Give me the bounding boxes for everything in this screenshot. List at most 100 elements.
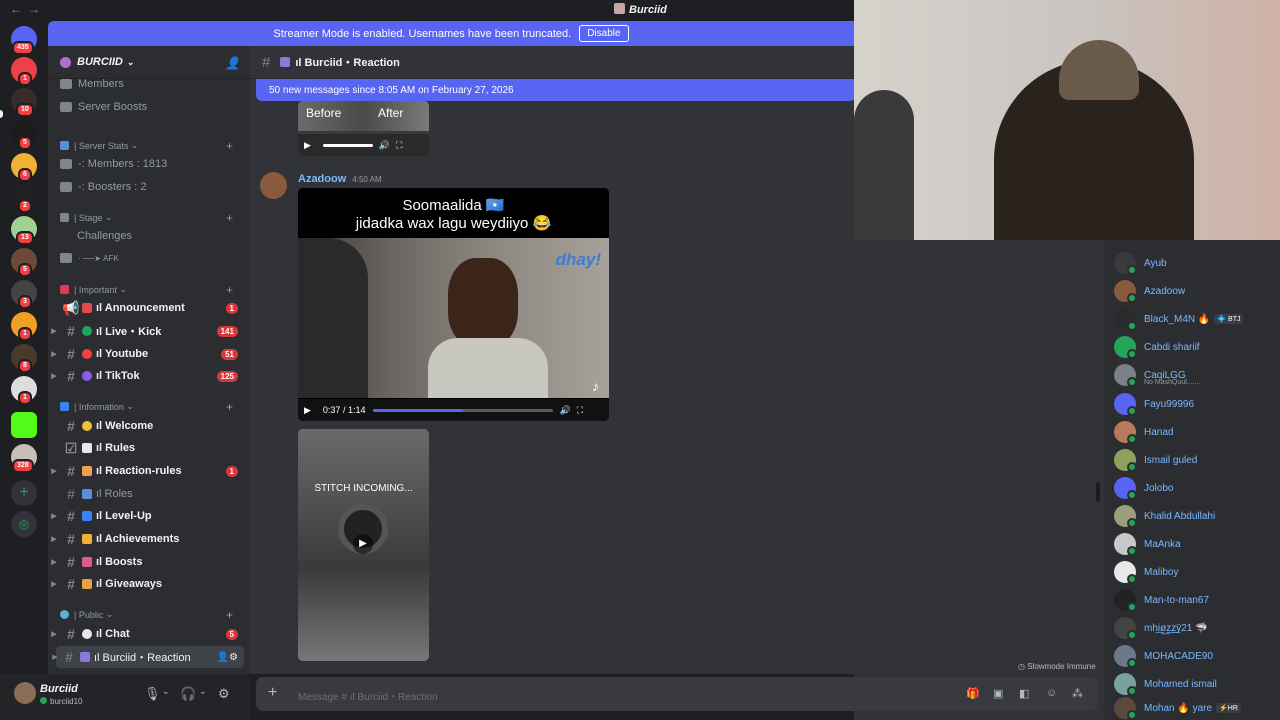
member-item[interactable]: MaAnka (1114, 533, 1181, 556)
mention-badge: 2 (18, 199, 32, 213)
server-header[interactable]: BURCIID ⌄ 👤 (48, 46, 250, 79)
member-item[interactable]: Cabdi shariif (1114, 336, 1200, 359)
add-channel-icon[interactable]: + (226, 283, 233, 297)
video-embed-2[interactable]: Soomaalida 🇸🇴 jidadka wax lagu weydiiyo … (298, 188, 609, 421)
clock-icon: ◷ (1018, 662, 1028, 671)
video-embed-1[interactable]: Before After ▶ 🔊 ⛶ (298, 101, 429, 156)
member-item[interactable]: Jolobo (1114, 477, 1173, 500)
stat-boosters[interactable]: -: Boosters : 2 (60, 181, 146, 193)
channel-level-up[interactable]: ▶ # ıl Level-Up (48, 505, 250, 527)
settings-icon[interactable]: 👤⚙ (217, 652, 238, 663)
apps-icon[interactable]: ⁂ (1072, 687, 1083, 700)
channel-tiktok[interactable]: ▶ # ıl TikTok 125 (48, 365, 250, 387)
category-important[interactable]: | Important ⌄ + (60, 283, 245, 297)
category-information[interactable]: | Information ⌄ + (60, 400, 245, 414)
chevron-down-icon[interactable]: ⌄ (199, 686, 207, 697)
sticker-icon[interactable]: ◧ (1019, 687, 1029, 700)
channel-challenges[interactable]: Challenges (60, 230, 132, 242)
gift-icon[interactable]: 🎁 (966, 687, 980, 700)
member-item[interactable]: Azadoow (1114, 280, 1186, 303)
back-icon[interactable]: ← (10, 2, 28, 16)
seek-bar[interactable] (373, 408, 554, 412)
channel-roles[interactable]: # ıl Roles (48, 483, 250, 505)
volume-icon[interactable]: 🔊 (559, 405, 570, 416)
member-item[interactable]: Hanad (1114, 421, 1173, 444)
scrollbar[interactable] (1096, 482, 1100, 502)
channel-youtube[interactable]: ▶ # ıl Youtube 51 (48, 343, 250, 365)
channel-rules[interactable]: ☑ ıl Rules (48, 437, 250, 459)
channel-afk[interactable]: · ──➤ AFK (60, 253, 119, 263)
category-server-stats[interactable]: | Server Stats ⌄ + (60, 139, 245, 153)
message-input[interactable]: + Message # ıl Burciid・Reaction 🎁 ▣ ◧ ☺ … (256, 677, 1098, 711)
category-stage[interactable]: | Stage ⌄ + (60, 211, 245, 225)
member-item[interactable]: MOHACADE90 (1114, 645, 1213, 668)
message-placeholder[interactable]: Message # ıl Burciid・Reaction (298, 688, 438, 703)
hash-icon: # (67, 418, 75, 434)
member-name: Azadoow (1144, 285, 1186, 297)
add-channel-icon[interactable]: + (226, 211, 233, 225)
message-author[interactable]: Azadoow 4:50 AM (298, 173, 382, 185)
add-server-icon[interactable]: + (11, 480, 37, 506)
add-channel-icon[interactable]: + (226, 139, 233, 153)
unread-badge: 1 (225, 465, 238, 477)
play-icon[interactable]: ▶ (353, 534, 373, 554)
member-item[interactable]: Mohamed ismail (1114, 673, 1217, 696)
user-status: burciid10 (40, 697, 82, 706)
headphones-icon[interactable]: 🎧 (180, 686, 196, 702)
volume-icon[interactable]: 🔊 (379, 140, 390, 151)
play-icon[interactable]: ▶ (304, 140, 311, 151)
category-public[interactable]: | Public ⌄ + (60, 608, 245, 622)
hash-icon: # (262, 53, 271, 71)
play-icon[interactable]: ▶ (304, 405, 311, 416)
explore-icon[interactable]: ◎ (11, 511, 37, 537)
new-messages-bar[interactable]: 50 new messages since 8:05 AM on Februar… (256, 79, 856, 101)
member-item[interactable]: mhi͟ø͟z͟z͟ÿ21 🦈 (1114, 617, 1208, 640)
channel-boosts[interactable]: ▶ # ıl Boosts (48, 551, 250, 573)
nav-arrows[interactable]: ←→ (10, 2, 46, 16)
emoji-icon[interactable]: ☺ (1046, 687, 1057, 699)
member-item[interactable]: Fayu99996 (1114, 393, 1194, 416)
member-item[interactable]: Ayub (1114, 252, 1167, 275)
add-channel-icon[interactable]: + (226, 608, 233, 622)
member-item[interactable]: Mohan 🔥 yare ⚡HR (1114, 697, 1241, 720)
channel-burciid-reaction[interactable]: ▶ # ıl Burciid・Reaction 👤⚙ (52, 646, 244, 668)
channel-achievements[interactable]: ▶ # ıl Achievements (48, 528, 250, 550)
chevron-down-icon[interactable]: ⌄ (127, 57, 135, 68)
disable-button[interactable]: Disable (579, 25, 629, 42)
member-item[interactable]: Maliboy (1114, 561, 1178, 584)
member-item[interactable]: Ismail guled (1114, 449, 1197, 472)
dhay-logo: dhay! (555, 250, 601, 269)
member-item[interactable]: Black_M4N 🔥 💠 BTJ (1114, 308, 1244, 331)
microphone-icon[interactable]: 🎙 (144, 686, 161, 702)
forward-icon[interactable]: → (28, 2, 46, 16)
mention-badge: 435 (12, 41, 34, 55)
fullscreen-icon[interactable]: ⛶ (577, 405, 583, 416)
gif-icon[interactable]: ▣ (993, 687, 1003, 700)
stat-members[interactable]: -: Members : 1813 (60, 158, 167, 170)
film-icon (80, 652, 90, 662)
channel-welcome[interactable]: # ıl Welcome (48, 415, 250, 437)
channel-announcement[interactable]: 📢 ıl Announcement 1 (48, 297, 250, 319)
video-embed-3[interactable]: STITCH INCOMING... ▶ (298, 429, 429, 661)
volume-slider[interactable] (322, 143, 373, 147)
fullscreen-icon[interactable]: ⛶ (396, 140, 402, 151)
add-attachment-icon[interactable]: + (268, 684, 277, 702)
channel-giveaways[interactable]: ▶ # ıl Giveaways (48, 573, 250, 595)
members-item[interactable]: Members (60, 78, 124, 90)
avatar[interactable] (260, 172, 287, 199)
avatar[interactable] (14, 682, 36, 704)
channel-live-kick[interactable]: ▶ # ıl Live・Kick 141 (48, 320, 250, 342)
settings-gear-icon[interactable]: ⚙ (218, 686, 230, 702)
guild-kick-icon[interactable] (11, 412, 37, 438)
member-name: Ayub (1144, 257, 1167, 269)
invite-icon[interactable]: 👤 (225, 56, 240, 70)
member-item[interactable]: Khalid Abdullahi (1114, 505, 1215, 528)
add-channel-icon[interactable]: + (226, 400, 233, 414)
channel-chat[interactable]: ▶ # ıl Chat 5 (48, 623, 250, 645)
chevron-down-icon[interactable]: ⌄ (162, 686, 170, 697)
server-boosts-item[interactable]: Server Boosts (60, 101, 147, 113)
member-item[interactable]: Man-to-man67 (1114, 589, 1209, 612)
member-item[interactable]: CaqiLGG No MashQuul....... (1114, 364, 1200, 387)
unread-pill (0, 110, 3, 118)
channel-reaction-rules[interactable]: ▶ # ıl Reaction-rules 1 (48, 460, 250, 482)
